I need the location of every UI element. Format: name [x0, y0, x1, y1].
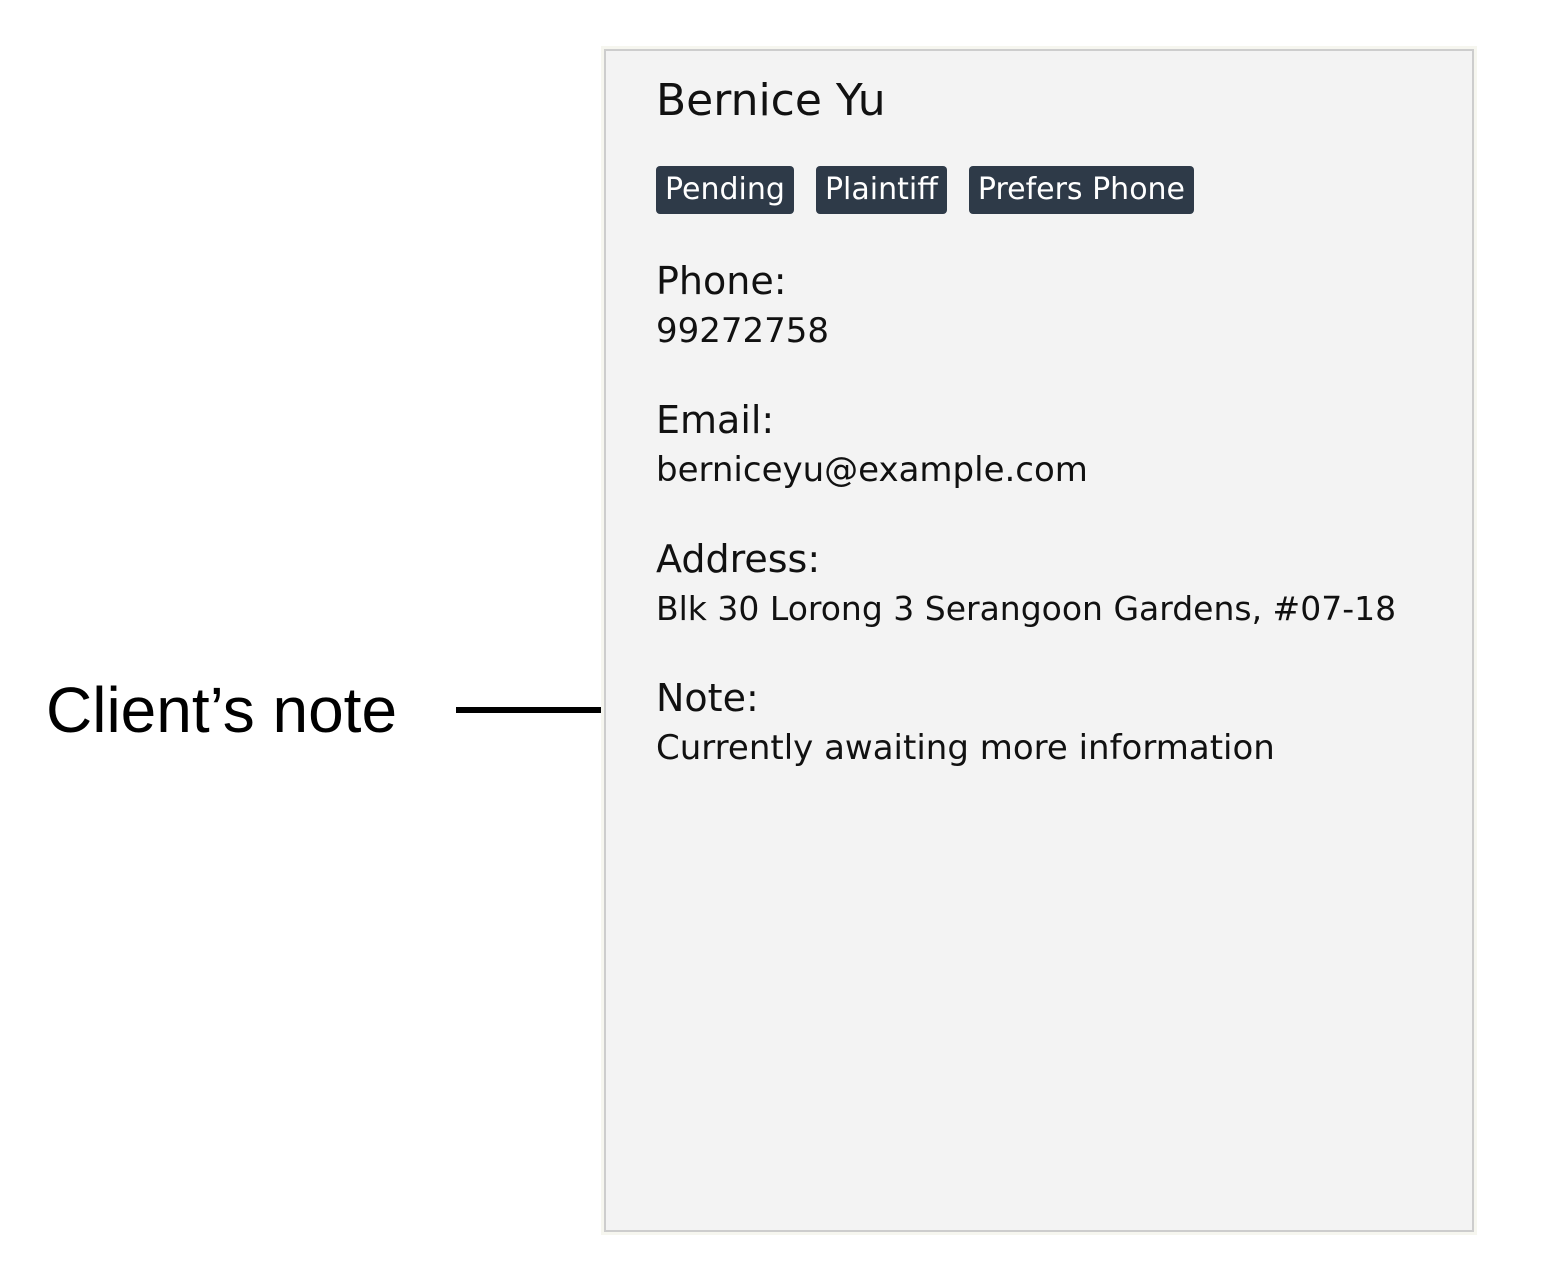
note-field: Note: Currently awaiting more informatio…: [656, 673, 1275, 773]
tag-pending: Pending: [656, 166, 794, 214]
email-value: berniceyu@example.com: [656, 450, 1088, 490]
note-value: Currently awaiting more information: [656, 728, 1275, 768]
phone-label: Phone:: [656, 259, 787, 303]
address-field: Address: Blk 30 Lorong 3 Serangoon Garde…: [656, 534, 1396, 634]
email-field: Email: berniceyu@example.com: [656, 395, 1088, 495]
person-card[interactable]: Bernice Yu Pending Plaintiff Prefers Pho…: [604, 49, 1474, 1232]
phone-value: 99272758: [656, 311, 830, 351]
tag-list: Pending Plaintiff Prefers Phone: [656, 166, 1195, 214]
tag-prefers-phone: Prefers Phone: [968, 166, 1195, 214]
note-label: Note:: [656, 676, 759, 720]
address-value: Blk 30 Lorong 3 Serangoon Gardens, #07-1…: [656, 589, 1397, 628]
person-name: Bernice Yu: [656, 75, 886, 126]
tag-plaintiff: Plaintiff: [815, 166, 947, 214]
email-label: Email:: [656, 398, 775, 442]
address-label: Address:: [656, 537, 821, 581]
annotation-label: Client’s note: [46, 674, 398, 746]
phone-field: Phone: 99272758: [656, 256, 829, 356]
